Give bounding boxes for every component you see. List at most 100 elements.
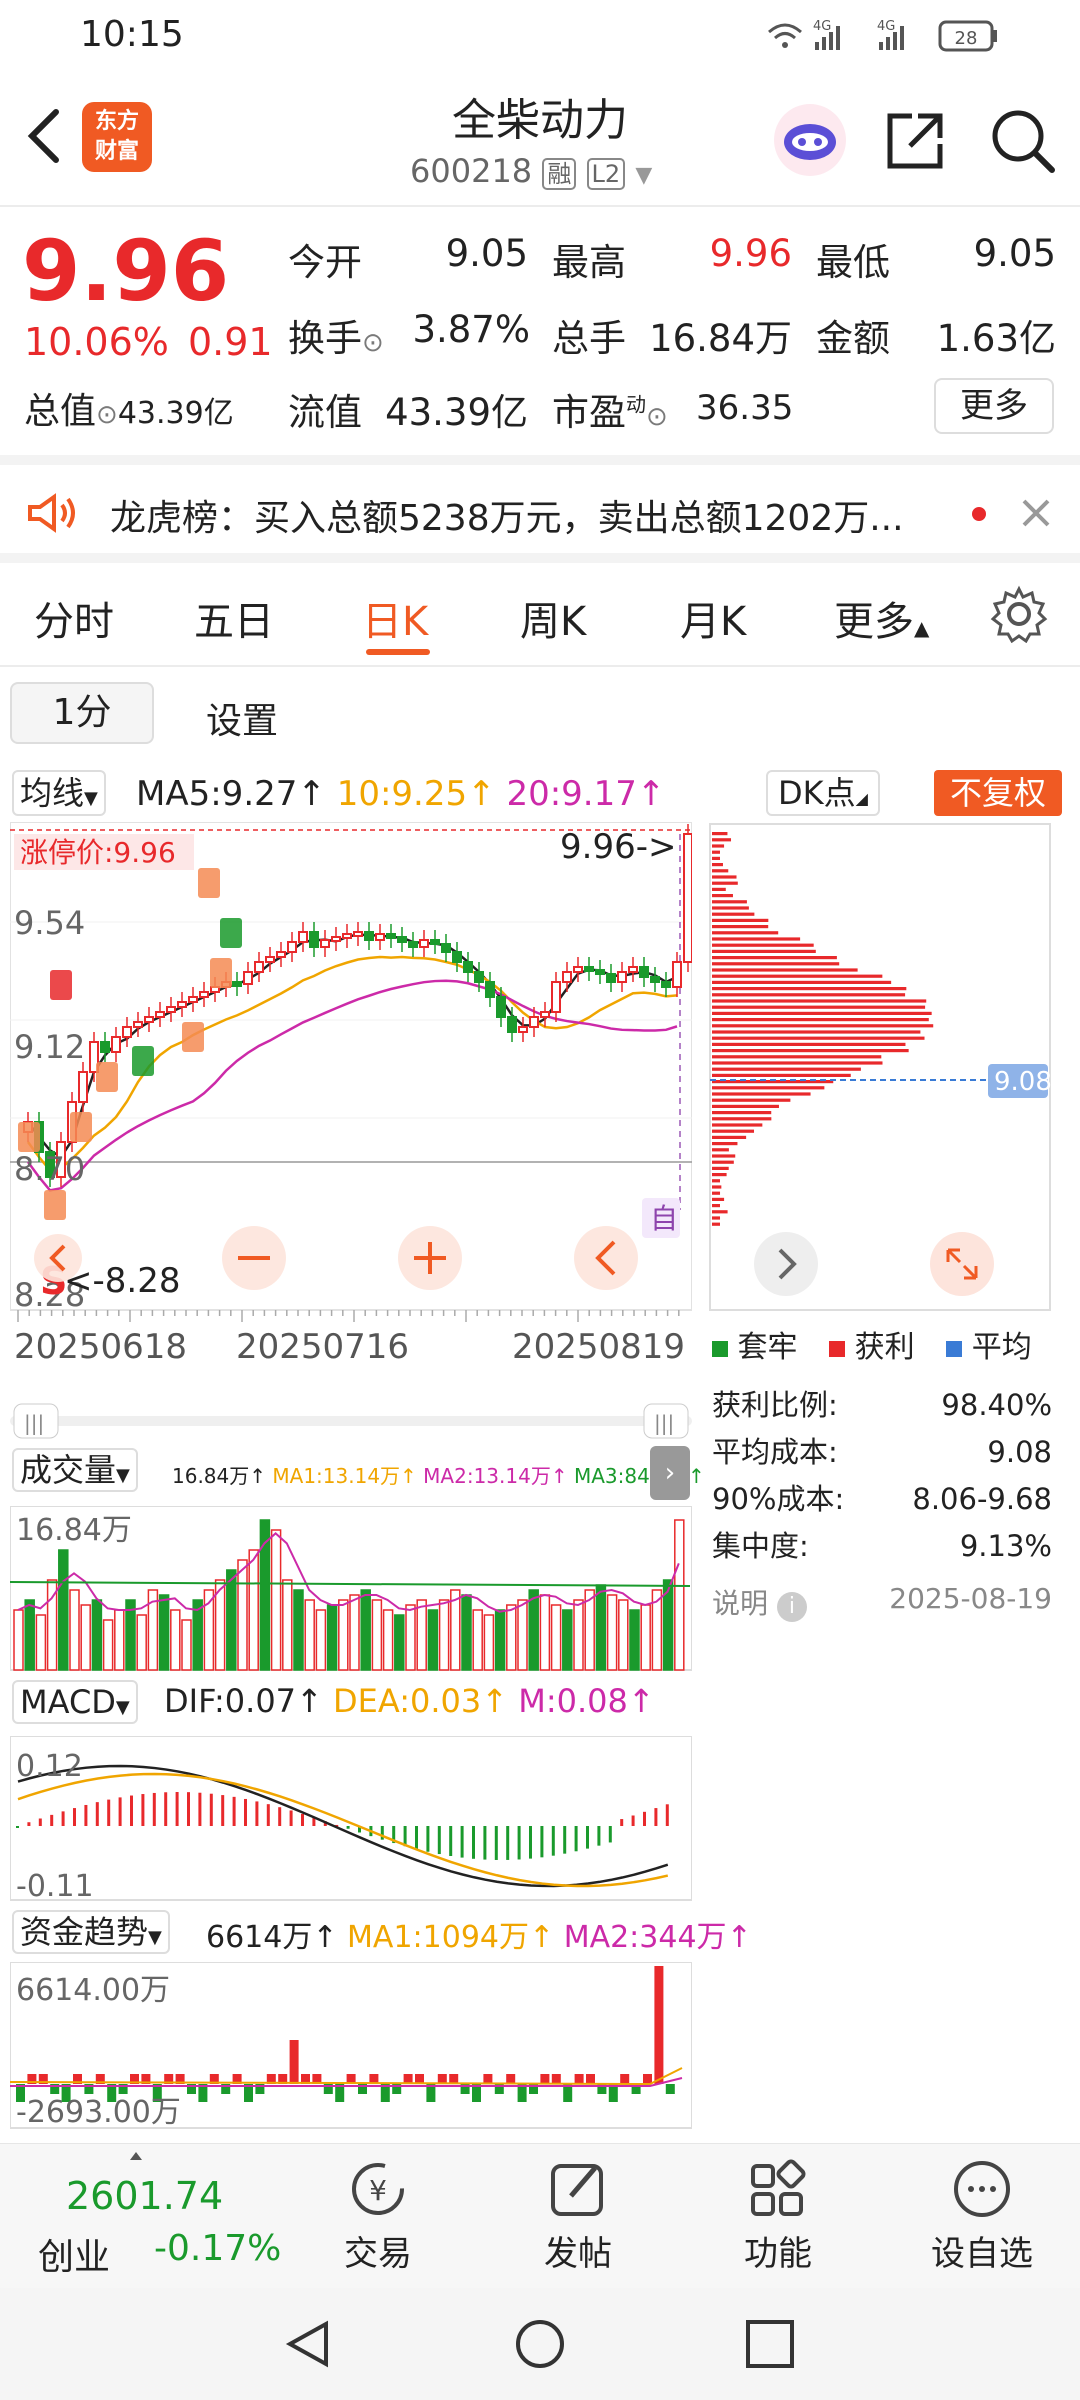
candle [167, 1007, 175, 1012]
settings-gear-icon[interactable] [990, 585, 1048, 643]
macd-bar [278, 1807, 281, 1826]
fund-flow-chart[interactable]: 6614.00万 -2693.00万 [10, 1962, 692, 2130]
expand-panel-icon[interactable]: › [650, 1446, 690, 1500]
chip-bar [712, 1130, 754, 1133]
signal-marker [220, 918, 242, 948]
tab-monthly-k[interactable]: 月K [680, 589, 746, 647]
svg-text:28: 28 [955, 28, 978, 49]
app-logo[interactable]: 东方 财富 [82, 102, 152, 172]
share-icon[interactable] [882, 108, 948, 174]
chip-bar [712, 832, 727, 835]
chart-range-scrollbar[interactable]: ||| ||| [10, 1400, 692, 1442]
y-axis-label: 9.54 [14, 904, 85, 942]
macd-bar [233, 1797, 236, 1826]
chip-bar [712, 1173, 727, 1176]
system-recents-icon[interactable] [744, 2318, 796, 2370]
chip-note[interactable]: 说明 i 2025-08-19 [712, 1582, 1052, 1622]
kline-chart[interactable]: 涨停价:9.96 9.96-> 9.54 9.12 8.70 8.28 S <-… [10, 822, 692, 1392]
candle [585, 967, 593, 971]
chip-bar [712, 1037, 925, 1040]
volume-bar [563, 1610, 572, 1670]
index-change[interactable]: -0.17% [154, 2228, 281, 2269]
system-back-icon[interactable] [282, 2318, 334, 2370]
chart-settings-link[interactable]: 设置 [206, 692, 278, 744]
volume-bar [641, 1605, 650, 1670]
volume-chart[interactable]: 16.84万 [10, 1506, 692, 1672]
macd-bar [62, 1811, 65, 1826]
fund-bar [506, 2074, 515, 2084]
chip-bar [712, 1161, 734, 1164]
volume-bar [574, 1600, 583, 1670]
macd-bar [415, 1826, 418, 1849]
back-icon[interactable] [22, 106, 64, 166]
volume-bar [272, 1530, 281, 1670]
tab-weekly-k[interactable]: 周K [520, 589, 586, 647]
stock-code-row[interactable]: 600218 融 L2 ▼ [410, 152, 652, 190]
collapse-icon[interactable] [130, 2152, 142, 2160]
chip-bar [712, 851, 720, 854]
turnover-value: 3.87% [410, 308, 530, 351]
index-value[interactable]: 2601.74 [66, 2174, 223, 2218]
search-icon[interactable] [988, 106, 1058, 176]
chip-bar [712, 1136, 746, 1139]
tab-daily-k[interactable]: 日K [362, 589, 428, 647]
adjust-button[interactable]: 不复权 [934, 770, 1062, 816]
svg-text:4G: 4G [877, 19, 895, 34]
volume-bar [518, 1600, 527, 1670]
volume-selector[interactable]: 成交量▼ [12, 1448, 138, 1492]
nav-functions[interactable]: 功能 [718, 2156, 838, 2275]
fund-axis-label: 6614.00万 [16, 1973, 170, 2008]
macd-selector[interactable]: MACD▼ [12, 1680, 138, 1724]
period-selector[interactable]: 1分 [10, 682, 154, 744]
macd-bar [575, 1826, 578, 1851]
chip-bar [712, 1185, 721, 1188]
candle [574, 967, 582, 972]
system-nav [0, 2288, 1080, 2400]
nav-add-watchlist[interactable]: 设自选 [912, 2156, 1052, 2275]
quote-panel: 9.96 10.06% 0.91 总值⊙43.39亿 今开 9.05 最高 9.… [0, 210, 1080, 455]
fund-selector[interactable]: 资金趋势▼ [12, 1910, 170, 1954]
svg-text:4G: 4G [813, 19, 831, 34]
more-dots-icon [947, 2156, 1017, 2222]
candle [640, 967, 648, 977]
ma-selector[interactable]: 均线▼ [12, 770, 106, 816]
legend-profit: 获利 [855, 1330, 915, 1365]
chip-distribution[interactable]: 9.08 [708, 822, 1072, 1312]
index-name[interactable]: 创业 [38, 2228, 110, 2280]
chip-bar [712, 937, 800, 940]
dk-point-button[interactable]: DK点◢ [766, 770, 880, 816]
chip-bar [712, 1030, 920, 1033]
high-value: 9.96 [660, 232, 792, 275]
chip-bar [712, 1210, 728, 1213]
nav-trade[interactable]: ¥ 交易 [318, 2156, 438, 2275]
notice-bar[interactable]: 龙虎榜：买入总额5238万元，卖出总额1202万... [0, 455, 1080, 563]
system-home-icon[interactable] [514, 2318, 566, 2370]
tab-intraday[interactable]: 分时 [34, 589, 114, 647]
signal-marker [210, 958, 232, 988]
x-axis-date: 20250716 [236, 1327, 409, 1367]
volume-bar [70, 1590, 79, 1670]
macd-chart[interactable]: 0.12 -0.11 [10, 1736, 692, 1902]
volume-values: 16.84万↑ MA1:13.14万↑ MA2:13.14万↑ MA3:8459… [172, 1460, 705, 1489]
svg-text:|||: ||| [654, 1411, 674, 1435]
volume-bar [115, 1610, 124, 1670]
volume-bar [619, 1600, 628, 1670]
more-button[interactable]: 更多 [934, 378, 1054, 434]
volume-bar [484, 1615, 493, 1670]
chip-bar [712, 975, 882, 978]
macd-bar [347, 1826, 350, 1829]
signal-marker [198, 868, 220, 898]
volume-bar [406, 1605, 415, 1670]
nav-post[interactable]: 发帖 [518, 2156, 638, 2275]
volume-bar [316, 1610, 325, 1670]
chip-bar [712, 906, 749, 909]
close-icon[interactable] [1020, 497, 1052, 529]
tab-more[interactable]: 更多▲ [834, 589, 929, 647]
tab-five-day[interactable]: 五日 [194, 589, 274, 647]
candle [156, 1012, 164, 1017]
chip-bar [712, 1043, 905, 1046]
volume-bar [92, 1600, 101, 1670]
amount-label: 金额 [816, 308, 890, 362]
assistant-avatar-icon[interactable] [770, 100, 850, 180]
candle [255, 962, 263, 972]
